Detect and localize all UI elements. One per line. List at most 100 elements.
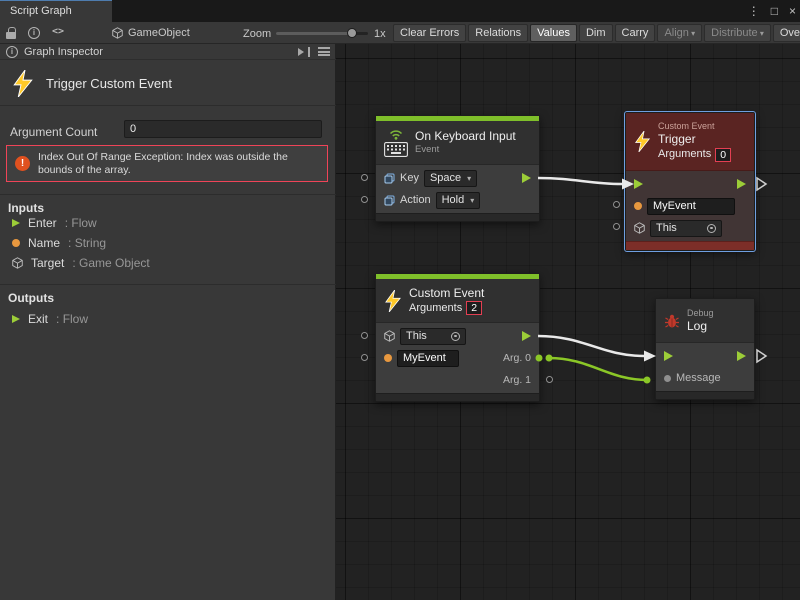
port-item-name: Name String <box>12 234 106 252</box>
divider <box>0 284 336 285</box>
arguments-count-badge: 0 <box>715 148 731 162</box>
relations-button[interactable]: Relations <box>468 24 528 42</box>
maximize-icon[interactable]: □ <box>771 4 778 18</box>
node-on-keyboard-input[interactable]: On Keyboard Input Event Key Space <box>375 115 540 222</box>
node-footer <box>376 213 539 221</box>
panel-menu-icon[interactable] <box>318 47 330 56</box>
message-row: Message <box>656 367 754 389</box>
zoom-slider[interactable] <box>276 32 368 35</box>
target-row: This <box>626 217 754 239</box>
dim-button[interactable]: Dim <box>579 24 613 42</box>
unity-visual-scripting-window: Script Graph ⋮ □ × GameObject Zoom 1x Cl… <box>0 0 800 600</box>
value-port-icon[interactable] <box>664 375 671 382</box>
info-icon[interactable] <box>28 27 40 39</box>
window-controls: ⋮ □ × <box>748 0 796 22</box>
chevron-down-icon <box>467 172 471 185</box>
flow-out-port[interactable] <box>522 173 531 183</box>
argument-count-input[interactable] <box>124 120 322 138</box>
title-bar: Script Graph ⋮ □ × <box>0 0 800 22</box>
port-circle[interactable] <box>546 376 553 383</box>
wire-keyboard-to-trigger[interactable] <box>538 178 622 184</box>
inputs-heading: Inputs <box>8 201 44 215</box>
divider <box>0 194 336 195</box>
wire-arg0-to-message[interactable] <box>549 358 647 380</box>
zoom-slider-fill <box>276 32 352 35</box>
gameobject-port-icon <box>12 257 23 269</box>
zoom-value: 1x <box>374 28 386 40</box>
warning-icon: ! <box>15 156 30 171</box>
flow-out-port[interactable] <box>737 351 746 361</box>
overview-button[interactable]: Overv <box>773 24 800 42</box>
values-button[interactable]: Values <box>530 24 577 42</box>
lightning-icon <box>384 290 402 312</box>
zoom-slider-handle[interactable] <box>347 28 357 38</box>
string-port-icon <box>384 354 392 362</box>
gameobject-port-icon <box>384 330 395 342</box>
event-name-field[interactable]: MyEvent <box>397 350 459 367</box>
node-debug-log[interactable]: Debug Log Message <box>655 298 755 400</box>
node-trigger-custom-event[interactable]: Custom Event Trigger Arguments 0 MyEvent <box>625 112 755 251</box>
node-category: Custom Event <box>658 121 731 132</box>
target-dropdown[interactable]: This <box>400 328 466 345</box>
object-picker-icon[interactable] <box>707 224 716 233</box>
port-circle[interactable] <box>361 196 368 203</box>
carry-button[interactable]: Carry <box>615 24 656 42</box>
event-name-field[interactable]: MyEvent <box>647 198 735 215</box>
selected-node-title: Trigger Custom Event <box>46 76 172 91</box>
code-icon[interactable] <box>52 26 64 37</box>
graph-canvas[interactable]: On Keyboard Input Event Key Space <box>336 44 800 600</box>
event-name-row: MyEvent Arg. 0 <box>376 347 539 369</box>
flow-in-port[interactable] <box>664 351 673 361</box>
flow-out-port[interactable] <box>737 179 746 189</box>
target-dropdown[interactable]: This <box>650 220 722 237</box>
action-dropdown[interactable]: Hold <box>436 192 481 209</box>
graph-toolbar: GameObject Zoom 1x Clear Errors Relation… <box>0 22 800 44</box>
node-header: Custom Event Trigger Arguments 0 <box>626 113 754 171</box>
close-icon[interactable]: × <box>789 4 796 18</box>
port-circle[interactable] <box>613 201 620 208</box>
gameobject-port-icon <box>634 222 645 234</box>
port-circle[interactable] <box>361 354 368 361</box>
flow-port-icon <box>12 315 20 323</box>
flow-in-port[interactable] <box>634 179 643 189</box>
outputs-heading: Outputs <box>8 291 54 305</box>
key-label: Key <box>400 172 419 184</box>
key-dropdown[interactable]: Space <box>424 170 477 187</box>
string-port-icon <box>12 239 20 247</box>
object-picker-icon[interactable] <box>451 332 460 341</box>
flow-continuation-icon <box>757 350 766 362</box>
keyboard-icon <box>384 142 408 157</box>
arg0-label: Arg. 0 <box>503 352 531 364</box>
kebab-menu-icon[interactable]: ⋮ <box>748 4 760 18</box>
graph-inspector-header: Graph Inspector <box>0 44 336 60</box>
port-item-target: Target Game Object <box>12 254 150 272</box>
error-banner: ! Index Out Of Range Exception: Index wa… <box>6 145 328 182</box>
script-graph-tab[interactable]: Script Graph <box>0 0 112 22</box>
lightning-icon <box>12 70 34 97</box>
wire-event-to-debug[interactable] <box>538 336 644 356</box>
arguments-count-badge: 2 <box>466 301 482 315</box>
toolbar-buttons: Clear Errors Relations Values Dim Carry … <box>392 22 800 44</box>
gameobject-selector[interactable]: GameObject <box>112 22 190 44</box>
port-circle[interactable] <box>361 332 368 339</box>
message-label: Message <box>676 372 721 384</box>
clear-errors-button[interactable]: Clear Errors <box>393 24 466 42</box>
lock-icon[interactable] <box>6 27 16 39</box>
gameobject-label: GameObject <box>128 27 190 39</box>
wire-endpoint <box>644 377 651 384</box>
align-button[interactable]: Align <box>657 24 702 42</box>
flow-out-port[interactable] <box>522 331 531 341</box>
dock-icon[interactable] <box>298 47 310 57</box>
arguments-label: Arguments <box>658 147 711 162</box>
port-circle[interactable] <box>361 174 368 181</box>
graph-inspector-panel: Graph Inspector Trigger Custom Event Arg… <box>0 44 336 600</box>
chevron-down-icon <box>470 194 474 207</box>
port-circle[interactable] <box>613 223 620 230</box>
node-custom-event[interactable]: Custom Event Arguments 2 This <box>375 273 540 402</box>
flow-continuation-icon <box>757 178 766 190</box>
action-row: Action Hold <box>376 189 539 211</box>
wire-endpoint <box>546 355 553 362</box>
flow-port-icon <box>12 219 20 227</box>
gameobject-cube-icon <box>112 27 123 39</box>
distribute-button[interactable]: Distribute <box>704 24 771 42</box>
